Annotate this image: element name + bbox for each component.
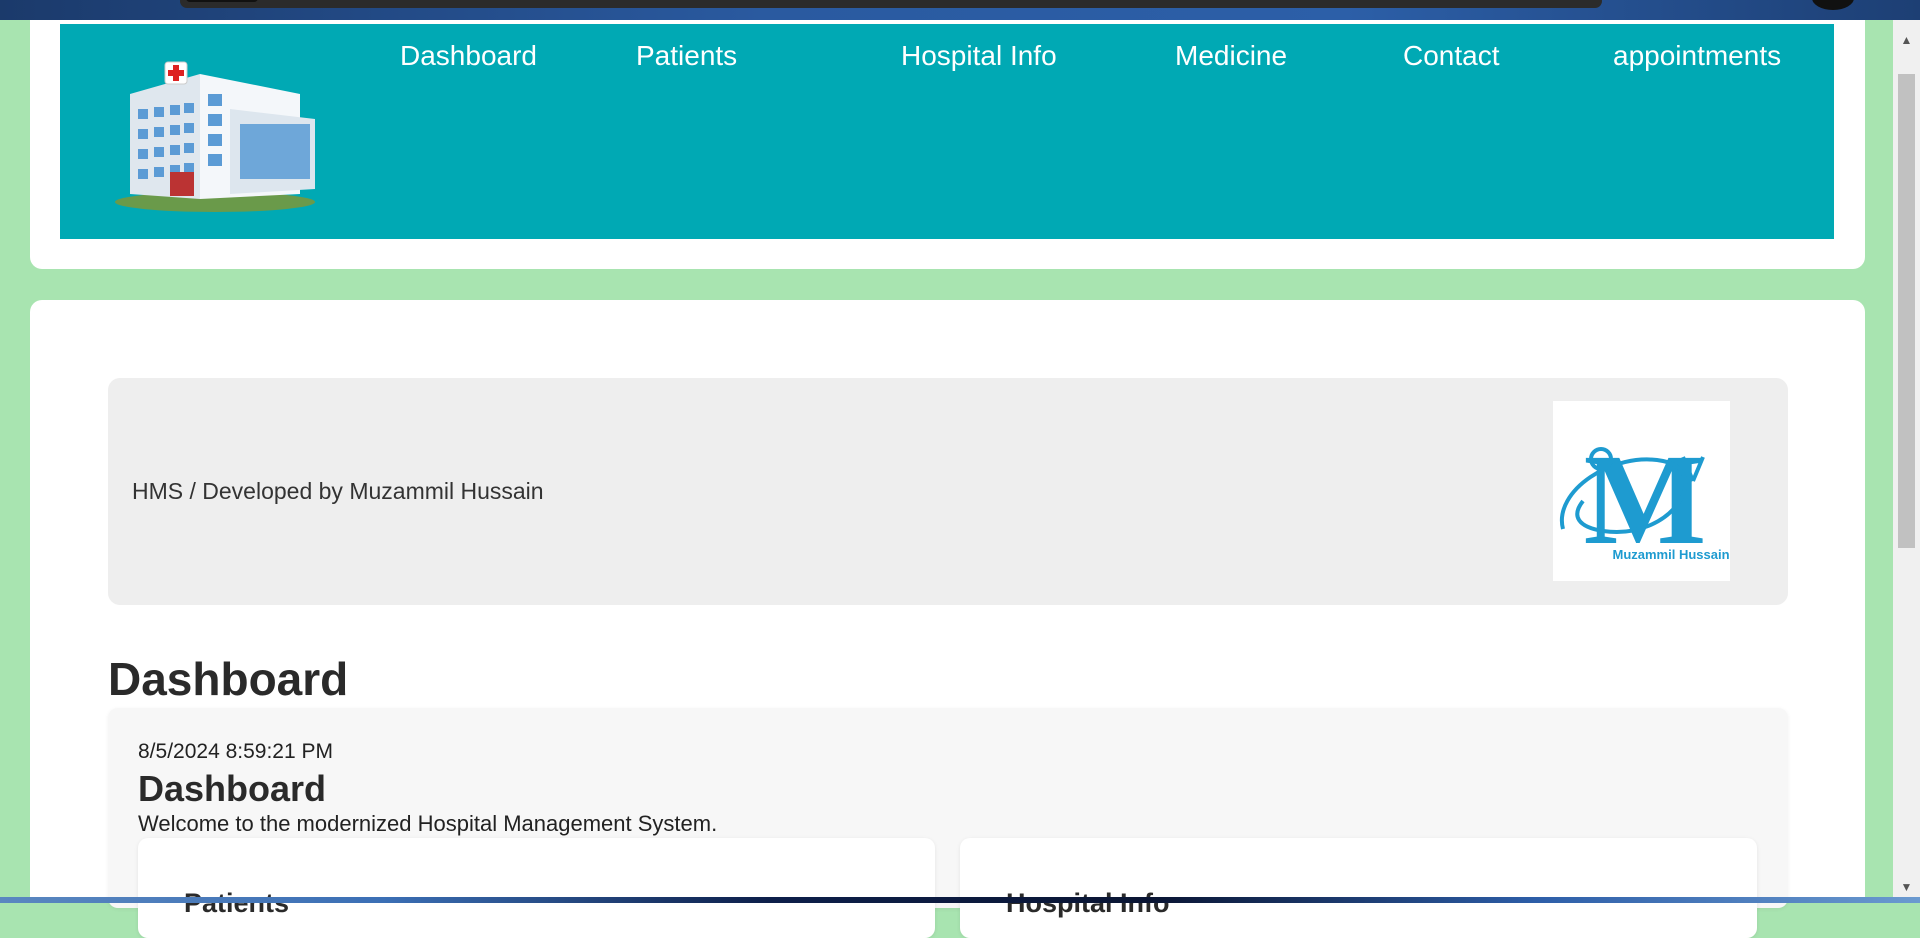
taskbar-strip [0,897,1920,903]
browser-tab-handle[interactable] [186,0,258,2]
header-bar: Dashboard Patients Hospital Info Medicin… [60,24,1834,239]
welcome-text: Welcome to the modernized Hospital Manag… [138,811,718,836]
hospital-info-card-title: Hospital Info [1006,888,1170,918]
browser-address-bar[interactable] [180,0,1602,8]
dashboard-heading: Dashboard [138,768,327,809]
browser-top-strip [0,0,1920,20]
patients-card-title: Patients [184,888,290,918]
header-card: Dashboard Patients Hospital Info Medicin… [30,20,1865,269]
developer-banner: HMS / Developed by Muzammil Hussain M Mu… [108,378,1788,605]
nav-hospital-info[interactable]: Hospital Info [901,40,1057,72]
scrollbar-thumb[interactable] [1898,74,1915,548]
main-card: HMS / Developed by Muzammil Hussain M Mu… [30,300,1865,938]
nav-patients[interactable]: Patients [636,40,737,72]
banner-text: HMS / Developed by Muzammil Hussain [132,478,544,504]
nav-contact[interactable]: Contact [1403,40,1500,72]
hospital-info-card[interactable]: Hospital Info [960,838,1757,938]
main-nav: Dashboard Patients Hospital Info Medicin… [60,40,1834,80]
profile-avatar[interactable] [1812,0,1854,10]
nav-medicine[interactable]: Medicine [1175,40,1287,72]
scroll-up-icon[interactable]: ▲ [1893,30,1920,50]
scroll-down-icon[interactable]: ▼ [1893,877,1920,897]
nav-dashboard[interactable]: Dashboard [400,40,537,72]
page-scrollbar[interactable]: ▲ ▼ [1893,20,1920,897]
muzammil-hussain-logo: M Muzammil Hussain [1553,401,1730,581]
page-title: Dashboard [108,653,349,705]
dashboard-panel: 8/5/2024 8:59:21 PM Dashboard Welcome to… [108,708,1788,938]
brand-logo-text: Muzammil Hussain [1612,547,1729,562]
nav-appointments[interactable]: appointments [1613,40,1781,72]
patients-card[interactable]: Patients [138,838,935,938]
timestamp: 8/5/2024 8:59:21 PM [138,740,333,763]
